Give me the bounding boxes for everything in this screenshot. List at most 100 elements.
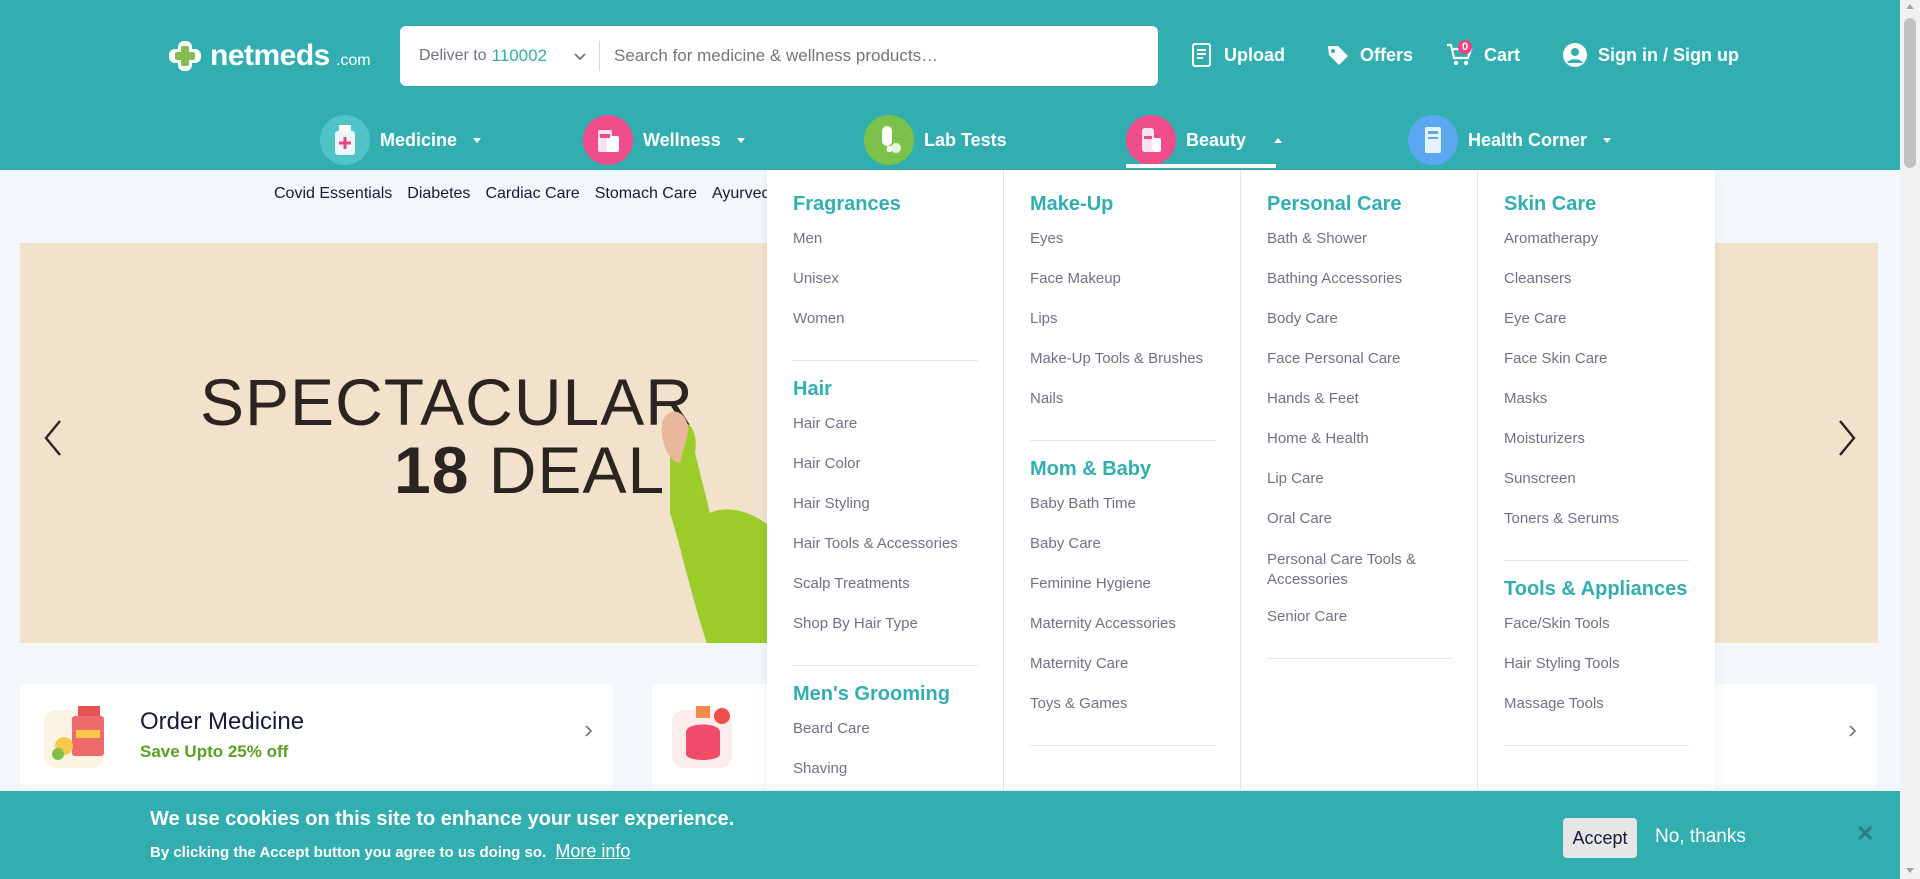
menu-heading[interactable]: Skin Care — [1504, 192, 1689, 216]
caret-down-icon — [736, 137, 745, 143]
menu-item[interactable]: Personal Care Tools & Accessories — [1267, 550, 1452, 590]
menu-item[interactable]: Toners & Serums — [1504, 510, 1689, 528]
page-scrollbar[interactable] — [1900, 0, 1920, 879]
menu-item[interactable]: Unisex — [793, 270, 978, 288]
menu-item[interactable]: Hair Care — [793, 415, 978, 433]
menu-item[interactable]: Feminine Hygiene — [1030, 575, 1215, 593]
user-icon — [1562, 42, 1588, 68]
search-input[interactable] — [600, 46, 1158, 66]
menu-item[interactable]: Home & Health — [1267, 430, 1452, 448]
menu-item[interactable]: Bath & Shower — [1267, 230, 1452, 248]
nav-beauty[interactable]: Beauty — [1126, 112, 1283, 168]
menu-heading[interactable]: Fragrances — [793, 192, 978, 216]
perfume-bottle-icon — [672, 706, 732, 768]
menu-heading[interactable]: Tools & Appliances — [1504, 577, 1689, 601]
deliver-to-selector[interactable]: Deliver to 110002 — [400, 41, 600, 71]
menu-item[interactable]: Hair Color — [793, 455, 978, 473]
menu-column: Fragrances Men Unisex Women Hair Hair Ca… — [767, 170, 1004, 790]
menu-item[interactable]: Senior Care — [1267, 608, 1452, 626]
menu-item[interactable]: Face Makeup — [1030, 270, 1215, 288]
order-medicine-card[interactable]: Order Medicine Save Upto 25% off — [20, 684, 614, 788]
menu-item[interactable]: Hands & Feet — [1267, 390, 1452, 408]
menu-item[interactable]: Baby Bath Time — [1030, 495, 1215, 513]
no-thanks-button[interactable]: No, thanks — [1655, 826, 1746, 848]
nav-lab-tests[interactable]: Lab Tests — [864, 112, 1007, 168]
subcat-link[interactable]: Cardiac Care — [485, 185, 579, 203]
scroll-up-icon[interactable] — [1906, 4, 1914, 9]
menu-item[interactable]: Nails — [1030, 390, 1215, 408]
logo-text: netmeds — [210, 39, 330, 72]
search-bar: Deliver to 110002 — [400, 26, 1158, 86]
menu-group-mom-baby: Mom & Baby Baby Bath Time Baby Care Femi… — [1030, 457, 1215, 746]
wellness-icon — [583, 115, 633, 165]
banner-line1: SPECTACULAR — [200, 365, 694, 439]
banner-number: 18 — [394, 433, 470, 507]
scroll-down-icon[interactable] — [1906, 868, 1914, 873]
scrollbar-thumb[interactable] — [1904, 18, 1916, 168]
subcat-link[interactable]: Diabetes — [407, 185, 470, 203]
menu-group-personal-care: Personal Care Bath & Shower Bathing Acce… — [1267, 192, 1452, 659]
close-icon[interactable]: ✕ — [1856, 821, 1874, 847]
chevron-left-icon[interactable] — [38, 413, 68, 463]
menu-item[interactable]: Sunscreen — [1504, 470, 1689, 488]
menu-item[interactable]: Cleansers — [1504, 270, 1689, 288]
more-info-link[interactable]: More info — [555, 841, 630, 861]
menu-item[interactable]: Face Skin Care — [1504, 350, 1689, 368]
nav-wellness-label: Wellness — [643, 129, 721, 150]
offers-button[interactable]: Offers — [1326, 40, 1413, 70]
netmeds-logo[interactable]: netmeds .com — [166, 38, 371, 74]
menu-item[interactable]: Lip Care — [1267, 470, 1452, 488]
menu-item[interactable]: Masks — [1504, 390, 1689, 408]
menu-item[interactable]: Maternity Care — [1030, 655, 1215, 673]
beauty-icon — [1126, 115, 1176, 165]
nav-wellness[interactable]: Wellness — [583, 112, 745, 168]
menu-item[interactable]: Women — [793, 310, 978, 328]
menu-item[interactable]: Lips — [1030, 310, 1215, 328]
upload-button[interactable]: Upload — [1190, 40, 1285, 70]
site-header: netmeds .com Deliver to 110002 Upload Of… — [0, 0, 1900, 170]
menu-heading[interactable]: Mom & Baby — [1030, 457, 1215, 481]
menu-item[interactable]: Hair Tools & Accessories — [793, 535, 978, 553]
menu-item[interactable]: Make-Up Tools & Brushes — [1030, 350, 1215, 368]
menu-item[interactable]: Scalp Treatments — [793, 575, 978, 593]
menu-item[interactable]: Hair Styling Tools — [1504, 655, 1689, 673]
cart-button[interactable]: 0 Cart — [1446, 40, 1520, 70]
menu-item[interactable]: Eye Care — [1504, 310, 1689, 328]
menu-item[interactable]: Aromatherapy — [1504, 230, 1689, 248]
menu-item[interactable]: Maternity Accessories — [1030, 615, 1215, 633]
menu-group-hair: Hair Hair Care Hair Color Hair Styling H… — [793, 377, 978, 666]
subcat-link[interactable]: Stomach Care — [595, 185, 697, 203]
menu-item[interactable]: Hair Styling — [793, 495, 978, 513]
menu-item[interactable]: Body Care — [1267, 310, 1452, 328]
menu-item[interactable]: Face/Skin Tools — [1504, 615, 1689, 633]
subcat-link[interactable]: Ayurvedi — [712, 185, 774, 203]
menu-item[interactable]: Baby Care — [1030, 535, 1215, 553]
menu-column: Skin Care Aromatherapy Cleansers Eye Car… — [1478, 170, 1715, 790]
nav-medicine[interactable]: Medicine — [320, 112, 482, 168]
menu-group-tools-appliances: Tools & Appliances Face/Skin Tools Hair … — [1504, 577, 1689, 746]
accept-button[interactable]: Accept — [1563, 818, 1637, 858]
menu-item[interactable]: Men — [793, 230, 978, 248]
menu-item[interactable]: Oral Care — [1267, 510, 1452, 528]
chevron-right-icon[interactable] — [1832, 413, 1862, 463]
subcat-link[interactable]: Covid Essentials — [274, 185, 392, 203]
menu-heading[interactable]: Personal Care — [1267, 192, 1452, 216]
menu-item[interactable]: Toys & Games — [1030, 695, 1215, 713]
menu-item[interactable]: Massage Tools — [1504, 695, 1689, 713]
tag-icon — [1326, 43, 1350, 67]
menu-item[interactable]: Shaving — [793, 760, 978, 778]
lab-tests-icon — [864, 115, 914, 165]
menu-group-makeup: Make-Up Eyes Face Makeup Lips Make-Up To… — [1030, 192, 1215, 441]
menu-item[interactable]: Shop By Hair Type — [793, 615, 978, 633]
menu-item[interactable]: Face Personal Care — [1267, 350, 1452, 368]
menu-item[interactable]: Bathing Accessories — [1267, 270, 1452, 288]
menu-heading[interactable]: Hair — [793, 377, 978, 401]
menu-group-mens-grooming: Men's Grooming Beard Care Shaving — [793, 682, 978, 790]
menu-item[interactable]: Eyes — [1030, 230, 1215, 248]
menu-heading[interactable]: Make-Up — [1030, 192, 1215, 216]
menu-item[interactable]: Beard Care — [793, 720, 978, 738]
signin-button[interactable]: Sign in / Sign up — [1562, 40, 1739, 70]
menu-item[interactable]: Moisturizers — [1504, 430, 1689, 448]
menu-heading[interactable]: Men's Grooming — [793, 682, 978, 706]
nav-health-corner[interactable]: Health Corner — [1408, 112, 1612, 168]
